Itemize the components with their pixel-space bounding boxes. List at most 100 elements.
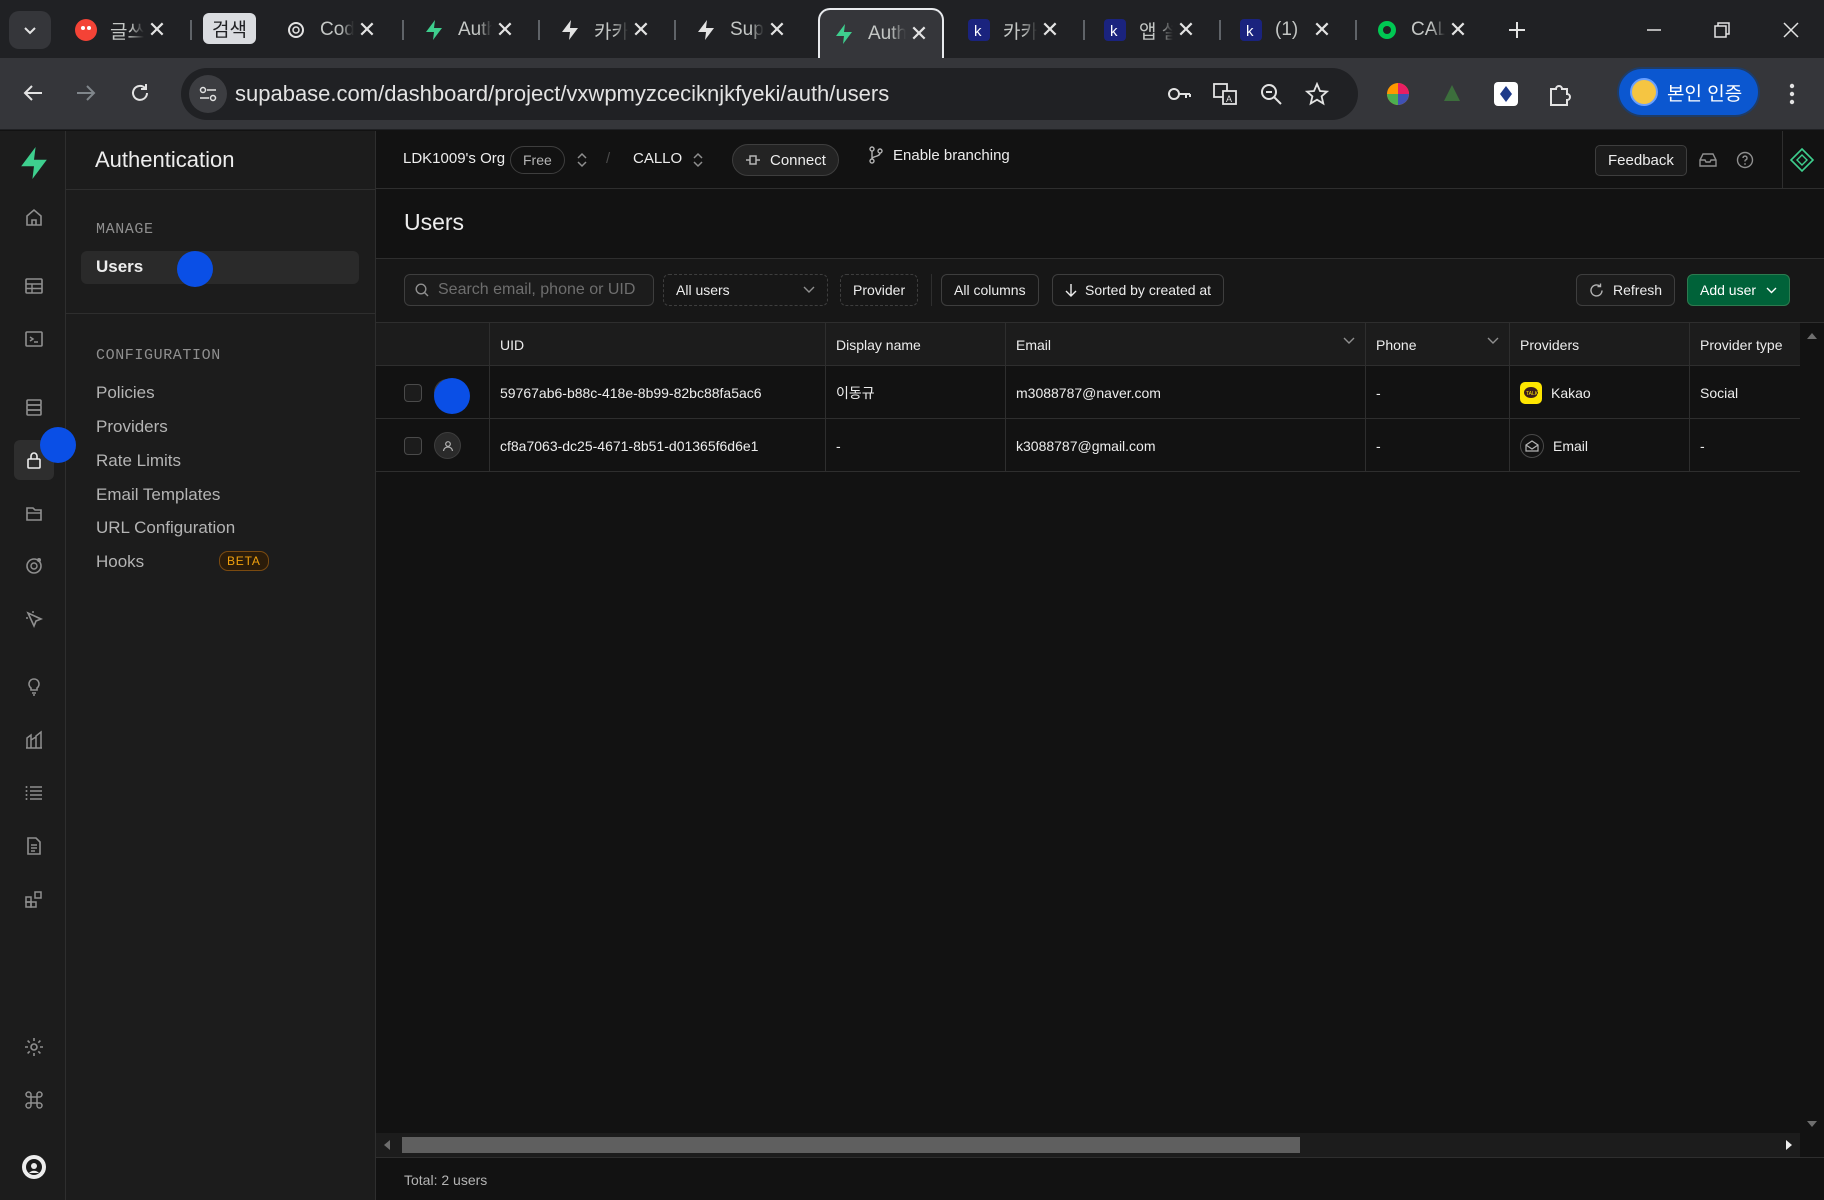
database-icon[interactable] [14, 387, 54, 427]
search-input[interactable] [438, 281, 638, 299]
close-tab-icon[interactable]: ✕ [906, 21, 932, 47]
row-checkbox[interactable] [404, 384, 422, 402]
user-avatar [434, 432, 461, 459]
extension-arrow-icon[interactable] [1433, 75, 1471, 113]
browser-tab[interactable]: k (1) ✕ [1227, 8, 1345, 52]
org-switcher-chevrons-icon[interactable] [570, 148, 594, 172]
kakao-icon: TALK [1520, 381, 1542, 404]
extension-box-icon[interactable] [1487, 75, 1525, 113]
assistant-diamond-icon[interactable] [1788, 146, 1816, 174]
realtime-icon[interactable] [14, 599, 54, 639]
table-row[interactable]: 59767ab6-b88c-418e-8b99-82bc88fa5ac6 이동규… [376, 366, 1800, 419]
browser-tab[interactable]: k 앱 설정 ✕ [1091, 8, 1209, 52]
browser-menu-icon[interactable] [1773, 75, 1811, 113]
color-picker-extension-icon[interactable] [1379, 75, 1417, 113]
feedback-button[interactable]: Feedback [1595, 145, 1687, 176]
browser-tab[interactable]: 카카오 ✕ [546, 8, 664, 52]
bookmark-star-icon[interactable] [1301, 78, 1333, 110]
browser-tab[interactable]: CALLO ✕ [1363, 8, 1481, 52]
column-header-email[interactable]: Email [1006, 323, 1366, 366]
minimize-icon[interactable] [1634, 10, 1674, 50]
site-info-icon[interactable] [189, 75, 227, 113]
close-tab-icon[interactable]: ✕ [1309, 17, 1335, 43]
close-window-icon[interactable] [1771, 10, 1811, 50]
search-icon [415, 283, 429, 297]
tab-search-button[interactable] [9, 11, 51, 49]
project-switcher-chevrons-icon[interactable] [686, 148, 710, 172]
close-tab-icon[interactable]: ✕ [1037, 17, 1063, 43]
reload-icon[interactable] [119, 72, 161, 114]
advisors-icon[interactable] [14, 667, 54, 707]
browser-tab[interactable]: Supabase ✕ [682, 8, 800, 52]
refresh-button[interactable]: Refresh [1576, 274, 1676, 306]
row-checkbox[interactable] [404, 437, 422, 455]
browser-tab[interactable]: 글쓰기 ✕ [62, 8, 180, 52]
sidebar-item-url-configuration[interactable]: URL Configuration [96, 518, 235, 538]
sidebar-item-rate-limits[interactable]: Rate Limits [96, 451, 181, 471]
supabase-logo-icon[interactable] [14, 143, 54, 183]
reports-icon[interactable] [14, 720, 54, 760]
profile-button[interactable]: 본인 인증 [1617, 67, 1760, 117]
add-user-button[interactable]: Add user [1687, 274, 1791, 306]
connect-button[interactable]: Connect [732, 144, 839, 176]
project-topbar: LDK1009's Org Free / CALLO Connect Enabl… [376, 131, 1824, 189]
browser-tab[interactable]: k 카카오 ✕ [955, 8, 1073, 52]
zoom-icon[interactable] [1255, 78, 1287, 110]
column-header-phone[interactable]: Phone [1366, 323, 1510, 366]
browser-tab-active[interactable]: Auth | Supabase ✕ [818, 8, 944, 58]
address-bar[interactable]: supabase.com/dashboard/project/vxwpmyzce… [181, 68, 1358, 120]
storage-icon[interactable] [14, 493, 54, 533]
column-header-display-name[interactable]: Display name [826, 323, 1006, 366]
project-name[interactable]: CALLO [633, 150, 682, 167]
home-icon[interactable] [14, 197, 54, 237]
horizontal-scrollbar[interactable] [376, 1133, 1800, 1157]
sidebar-item-hooks[interactable]: Hooks [96, 552, 144, 572]
browser-tab-bar: 글쓰기 ✕ 검색 Codex ✕ Auth | Supabase ✕ 카카오 ✕… [0, 0, 1824, 58]
sql-editor-icon[interactable] [14, 319, 54, 359]
column-header-uid[interactable]: UID [490, 323, 826, 366]
close-tab-icon[interactable]: ✕ [1445, 17, 1471, 43]
enable-branching-button[interactable]: Enable branching [868, 146, 1010, 164]
scrollbar-thumb[interactable] [402, 1137, 1300, 1153]
sort-button[interactable]: Sorted by created at [1052, 274, 1225, 306]
columns-button[interactable]: All columns [941, 274, 1039, 306]
command-menu-icon[interactable] [14, 1080, 54, 1120]
translate-icon[interactable]: A [1209, 78, 1241, 110]
sidebar-item-users[interactable]: Users [81, 251, 359, 284]
plug-icon [746, 155, 760, 165]
browser-tab[interactable]: Codex ✕ [272, 8, 390, 52]
sidebar-item-email-templates[interactable]: Email Templates [96, 485, 220, 505]
close-tab-icon[interactable]: ✕ [144, 17, 170, 43]
user-account-icon[interactable] [14, 1147, 54, 1187]
close-tab-icon[interactable]: ✕ [628, 17, 654, 43]
tab-group-label[interactable]: 검색 [203, 13, 256, 44]
key-icon[interactable] [1163, 78, 1195, 110]
settings-gear-icon[interactable] [14, 1027, 54, 1067]
close-tab-icon[interactable]: ✕ [354, 17, 380, 43]
column-header-providers[interactable]: Providers [1510, 323, 1690, 366]
vertical-scrollbar[interactable] [1800, 323, 1824, 1133]
org-name[interactable]: LDK1009's Org [403, 150, 505, 167]
extensions-puzzle-icon[interactable] [1541, 75, 1579, 113]
restore-icon[interactable] [1702, 10, 1742, 50]
forward-icon[interactable] [65, 72, 107, 114]
close-tab-icon[interactable]: ✕ [764, 17, 790, 43]
new-tab-icon[interactable] [1497, 10, 1537, 50]
sidebar-item-policies[interactable]: Policies [96, 383, 155, 403]
back-icon[interactable] [12, 72, 54, 114]
provider-filter-button[interactable]: Provider [840, 274, 919, 306]
browser-tab[interactable]: Auth | Supabase ✕ [410, 8, 528, 52]
column-header-provider-type[interactable]: Provider type [1690, 323, 1800, 366]
close-tab-icon[interactable]: ✕ [492, 17, 518, 43]
inbox-icon[interactable] [1696, 148, 1720, 172]
edge-functions-icon[interactable] [14, 546, 54, 586]
table-row[interactable]: cf8a7063-dc25-4671-8b51-d01365f6d6e1 - k… [376, 419, 1800, 472]
sidebar-item-providers[interactable]: Providers [96, 417, 168, 437]
logs-icon[interactable] [14, 773, 54, 813]
api-docs-icon[interactable] [14, 826, 54, 866]
close-tab-icon[interactable]: ✕ [1173, 17, 1199, 43]
user-type-select[interactable]: All users [663, 274, 828, 306]
table-editor-icon[interactable] [14, 266, 54, 306]
help-icon[interactable] [1733, 148, 1757, 172]
integrations-icon[interactable] [14, 879, 54, 919]
